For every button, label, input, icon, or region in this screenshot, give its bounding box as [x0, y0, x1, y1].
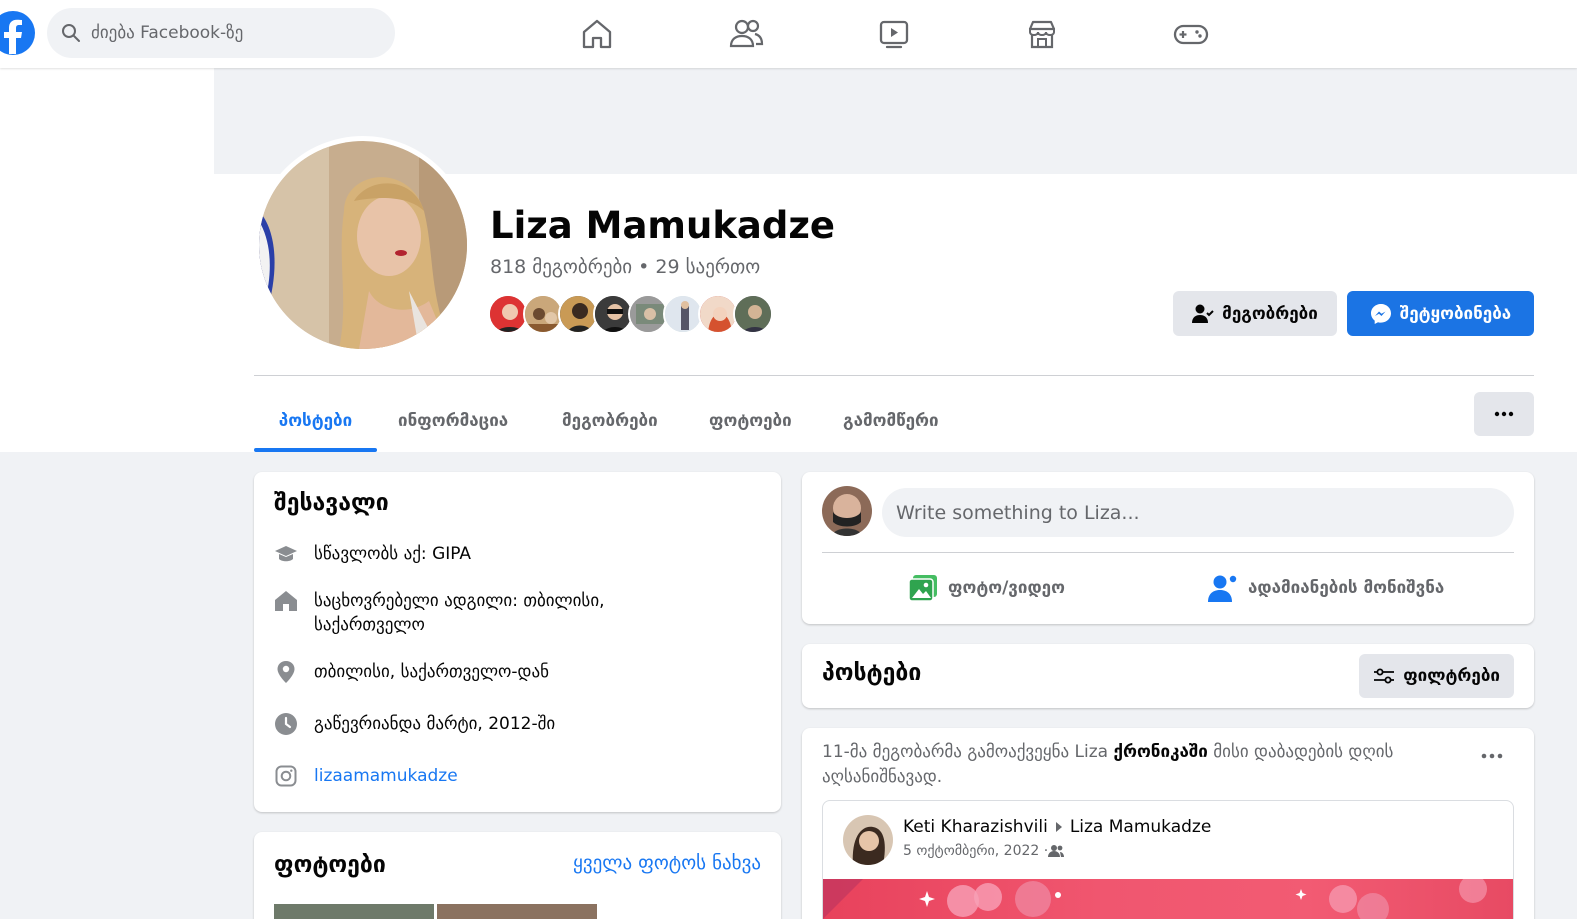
- friends-button[interactable]: მეგობრები: [1173, 291, 1337, 336]
- friend-check-icon: [1192, 304, 1214, 324]
- tag-people-icon: [1208, 573, 1238, 603]
- friend-avatar[interactable]: [593, 294, 633, 334]
- intro-label: საცხოვრებელი ადგილი:: [314, 591, 524, 611]
- filters-label: ფილტრები: [1403, 666, 1500, 686]
- more-dots-icon: [1494, 411, 1514, 417]
- composer-divider: [822, 552, 1514, 553]
- arrow-right-icon: [1055, 822, 1062, 832]
- marketplace-icon[interactable]: [1022, 14, 1062, 54]
- profile-avatar[interactable]: [259, 141, 467, 349]
- posts-section-title: პოსტები: [822, 660, 922, 686]
- friend-avatar[interactable]: [523, 294, 563, 334]
- post-author-line: Keti Kharazishvili Liza Mamukadze: [903, 817, 1211, 837]
- birthday-post: Keti Kharazishvili Liza Mamukadze 5 ოქტო…: [822, 800, 1514, 919]
- intro-link[interactable]: GIPA: [432, 544, 471, 564]
- facebook-logo-icon[interactable]: [0, 8, 38, 58]
- intro-from: თბილისი, საქართველო-დან: [274, 660, 549, 684]
- composer-placeholder: Write something to Liza...: [896, 501, 1140, 524]
- tab-friends[interactable]: მეგობრები: [542, 390, 678, 452]
- friend-avatar[interactable]: [733, 294, 773, 334]
- friend-avatar[interactable]: [628, 294, 668, 334]
- photo-icon: [908, 574, 938, 602]
- friends-summary[interactable]: 818 მეგობრები • 29 საერთო: [490, 256, 760, 278]
- intro-link[interactable]: საქართველო: [314, 615, 425, 635]
- tab-about[interactable]: ინფორმაცია: [378, 390, 528, 452]
- tag-people-button[interactable]: ადამიანების მონიშვნა: [1208, 568, 1444, 608]
- post-summary: 11-მა მეგობარმა გამოაქვეყნა Liza ქრონიკა…: [822, 740, 1472, 790]
- post-summary-text: 11-მა მეგობარმა გამოაქვეყნა Liza: [822, 742, 1114, 762]
- timeline-link[interactable]: ქრონიკაში: [1113, 742, 1207, 762]
- intro-lives: საცხოვრებელი ადგილი: თბილისი, საქართველო: [274, 589, 605, 637]
- tab-label: გამომწერი: [843, 411, 939, 431]
- current-user-avatar[interactable]: [822, 486, 872, 536]
- tab-label: ინფორმაცია: [398, 411, 509, 431]
- message-button-label: შეტყობინება: [1399, 303, 1512, 324]
- action-label: ფოტო/ვიდეო: [948, 578, 1065, 598]
- tab-label: ფოტოები: [709, 411, 792, 431]
- action-label: ადამიანების მონიშვნა: [1248, 578, 1445, 598]
- friend-avatar[interactable]: [558, 294, 598, 334]
- friends-audience-icon: [1048, 845, 1065, 857]
- intro-education: სწავლობს აქ: GIPA: [274, 542, 471, 566]
- post-date: 5 ოქტომბერი, 2022 ·: [903, 843, 1065, 859]
- see-all-photos-link[interactable]: ყველა ფოტოს ნახვა: [573, 852, 761, 874]
- tab-label: მეგობრები: [562, 411, 658, 431]
- birthday-banner-image[interactable]: [823, 875, 1513, 919]
- instagram-link[interactable]: lizaamamukadze: [314, 764, 458, 788]
- graduation-cap-icon: [274, 542, 298, 566]
- instagram-icon: [274, 764, 298, 788]
- photo-video-button[interactable]: ფოტო/ვიდეო: [908, 568, 1065, 608]
- gaming-icon[interactable]: [1171, 14, 1211, 54]
- tab-label: პოსტები: [278, 411, 353, 431]
- friends-icon[interactable]: [726, 14, 766, 54]
- tab-followers[interactable]: გამომწერი: [823, 390, 959, 452]
- friends-button-label: მეგობრები: [1222, 303, 1318, 324]
- composer-input[interactable]: Write something to Liza...: [882, 488, 1514, 537]
- post-card: 11-მა მეგობარმა გამოაქვეყნა Liza ქრონიკა…: [802, 728, 1534, 919]
- photos-card: ფოტოები ყველა ფოტოს ნახვა: [254, 832, 781, 919]
- search-bar[interactable]: [47, 8, 395, 58]
- header-divider: [254, 375, 1534, 376]
- more-options-button[interactable]: [1474, 392, 1534, 436]
- post-options-button[interactable]: [1474, 738, 1510, 774]
- search-icon: [62, 24, 80, 42]
- intro-label: გაწევრიანდა მარტი, 2012-ში: [314, 714, 556, 734]
- tab-photos[interactable]: ფოტოები: [689, 390, 812, 452]
- intro-instagram: lizaamamukadze: [274, 764, 458, 788]
- photo-thumbnail[interactable]: [274, 904, 434, 919]
- author-link[interactable]: Keti Kharazishvili: [903, 817, 1048, 837]
- friend-avatar[interactable]: [663, 294, 703, 334]
- messenger-icon: [1370, 303, 1392, 325]
- friend-avatar[interactable]: [698, 294, 738, 334]
- friend-avatar[interactable]: [488, 294, 528, 334]
- clock-icon: [274, 712, 298, 736]
- author-avatar[interactable]: [843, 815, 893, 865]
- photo-thumbnail[interactable]: [437, 904, 597, 919]
- post-composer-card: Write something to Liza... ფოტო/ვიდეო ად…: [802, 472, 1534, 624]
- location-pin-icon: [274, 660, 298, 684]
- profile-name: Liza Mamukadze: [490, 204, 836, 247]
- intro-title: შესავალი: [274, 490, 389, 516]
- intro-joined: გაწევრიანდა მარტი, 2012-ში: [274, 712, 555, 736]
- intro-link[interactable]: თბილისი,: [523, 591, 604, 611]
- message-button[interactable]: შეტყობინება: [1347, 291, 1534, 336]
- post-timestamp[interactable]: 5 ოქტომბერი, 2022 ·: [903, 843, 1048, 859]
- active-tab-indicator: [254, 448, 377, 452]
- more-dots-icon: [1481, 753, 1503, 759]
- tab-posts[interactable]: პოსტები: [254, 390, 377, 452]
- home-icon: [274, 589, 298, 613]
- intro-link[interactable]: თბილისი, საქართველო-დან: [314, 660, 549, 684]
- home-icon[interactable]: [577, 14, 617, 54]
- search-input[interactable]: [91, 23, 371, 43]
- photos-title: ფოტოები: [274, 852, 386, 878]
- intro-label: სწავლობს აქ:: [314, 544, 433, 564]
- target-link[interactable]: Liza Mamukadze: [1070, 817, 1212, 837]
- watch-icon[interactable]: [874, 14, 914, 54]
- filters-icon: [1373, 668, 1395, 684]
- posts-section-card: პოსტები ფილტრები: [802, 644, 1534, 708]
- top-navigation-bar: [0, 0, 1577, 68]
- intro-card: შესავალი სწავლობს აქ: GIPA საცხოვრებელი …: [254, 472, 781, 812]
- filters-button[interactable]: ფილტრები: [1359, 654, 1514, 698]
